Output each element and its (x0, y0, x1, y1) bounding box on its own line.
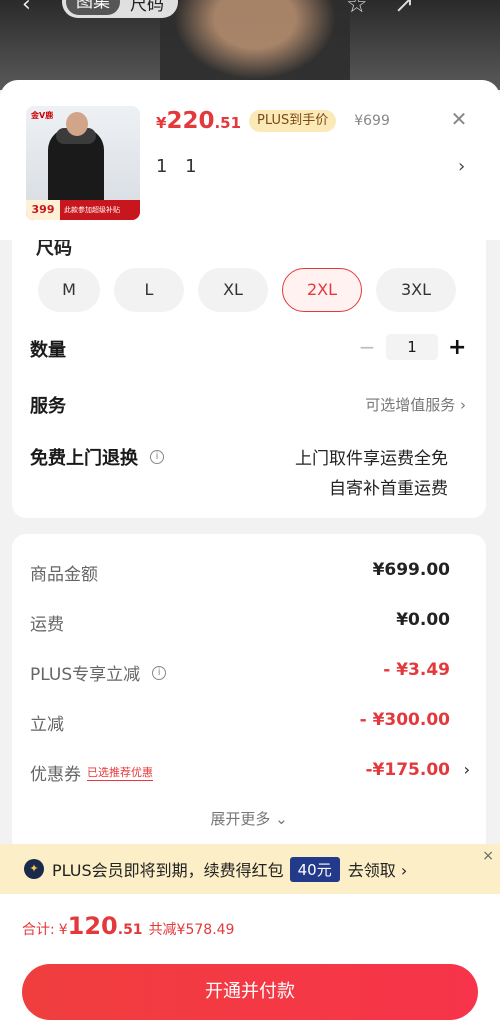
quantity-input[interactable]: 1 (386, 334, 438, 360)
summary-label: 运费 (30, 615, 64, 635)
checkout-bar: 合计: ¥ 120 .51 共减¥578.49 开通并付款 (0, 894, 500, 1024)
total-label: 合计: (22, 922, 55, 938)
product-thumbnail[interactable]: 金V鹿 399 此款参加超级补贴 (26, 106, 140, 220)
close-icon[interactable]: ✕ (448, 108, 470, 130)
price-summary-card: 商品金额 ¥699.00 运费 ¥0.00 PLUS专享立减 i - ¥3.49… (12, 534, 486, 854)
expand-more-link[interactable]: 展开更多 ⌄ (12, 808, 486, 829)
plus-renewal-banner[interactable]: ✦ PLUS会员即将到期，续费得红包 40元 去领取 › × (0, 844, 500, 894)
activate-and-pay-button[interactable]: 开通并付款 (22, 964, 478, 1020)
options-card: 尺码 M L XL 2XL 3XL 数量 − 1 + 服务 可选增值服务 › 免… (12, 228, 486, 518)
model-photo (160, 0, 350, 90)
info-icon[interactable]: i (152, 665, 167, 680)
total-row: 合计: ¥ 120 .51 共减¥578.49 (22, 912, 234, 940)
tab-gallery[interactable]: 图集 (66, 0, 120, 15)
plus-discount-label: PLUS专享立减 (30, 665, 141, 685)
summary-value: -¥175.00 (365, 760, 451, 780)
return-line-1: 上门取件享运费全免 (295, 449, 448, 469)
summary-value: ¥0.00 (396, 610, 450, 630)
summary-value: - ¥300.00 (359, 710, 450, 730)
service-label: 服务 (30, 396, 66, 417)
free-return-title: 免费上门退换 (30, 448, 138, 469)
close-icon[interactable]: × (482, 848, 494, 864)
coupon-tag: 已选推荐优惠 (87, 766, 153, 781)
total-decimal: .51 (117, 922, 143, 938)
promo-text: PLUS会员即将到期，续费得红包 (52, 861, 284, 880)
size-option-xl[interactable]: XL (198, 268, 268, 312)
summary-label: 商品金额 (30, 565, 98, 585)
size-option-2xl-selected[interactable]: 2XL (282, 268, 362, 312)
size-option-l[interactable]: L (114, 268, 184, 312)
chevron-right-icon[interactable]: › (464, 760, 470, 779)
claim-link[interactable]: 去领取 › (348, 857, 408, 881)
total-symbol: ¥ (58, 922, 68, 938)
return-line-2: 自寄补首重运费 (329, 479, 448, 499)
tab-size[interactable]: 尺码 (120, 0, 174, 15)
promo-amount: 40元 (289, 856, 340, 882)
gallery-tabs: 图集 尺码 (62, 0, 178, 18)
summary-value: - ¥3.49 (383, 660, 450, 680)
summary-label: PLUS专享立减 i (30, 660, 167, 685)
info-icon[interactable]: i (150, 450, 164, 464)
share-icon[interactable]: ↗ (394, 0, 414, 18)
quantity-stepper: − 1 + (358, 334, 466, 360)
total-integer: 120 (67, 912, 118, 940)
vip-icon: ✦ (24, 859, 44, 879)
back-icon[interactable]: ‹ (22, 0, 31, 17)
purchase-sheet: 金V鹿 399 此款参加超级补贴 尺码 M L XL 2XL 3XL 数量 − … (0, 80, 500, 1024)
increase-button[interactable]: + (448, 335, 466, 360)
size-option-3xl[interactable]: 3XL (376, 268, 456, 312)
quantity-label: 数量 (30, 340, 66, 361)
thumb-promo-text: 此款参加超级补贴 (64, 206, 120, 214)
free-return-label: 免费上门退换 i (30, 444, 164, 470)
summary-label: 立减 (30, 715, 64, 735)
service-selector[interactable]: 可选增值服务 › (365, 394, 466, 415)
thumb-price-tag: 399 此款参加超级补贴 (26, 200, 140, 220)
favorite-icon[interactable]: ☆ (346, 0, 368, 18)
size-options: M L XL 2XL 3XL (38, 268, 456, 312)
size-option-m[interactable]: M (38, 268, 100, 312)
summary-label: 优惠券 已选推荐优惠 (30, 760, 153, 785)
brand-logo: 金V鹿 (31, 111, 54, 120)
summary-value: ¥699.00 (372, 560, 450, 580)
product-header: 金V鹿 399 此款参加超级补贴 (0, 80, 500, 240)
thumb-price: 399 (26, 200, 60, 220)
model-head-shape (66, 112, 88, 136)
free-return-info: 上门取件享运费全免 自寄补首重运费 (295, 444, 448, 504)
coupon-label: 优惠券 (30, 765, 81, 785)
decrease-button[interactable]: − (358, 335, 376, 359)
page-backdrop: ‹ 图集 尺码 ☆ ↗ (0, 0, 500, 90)
total-saved: 共减¥578.49 (148, 922, 235, 938)
